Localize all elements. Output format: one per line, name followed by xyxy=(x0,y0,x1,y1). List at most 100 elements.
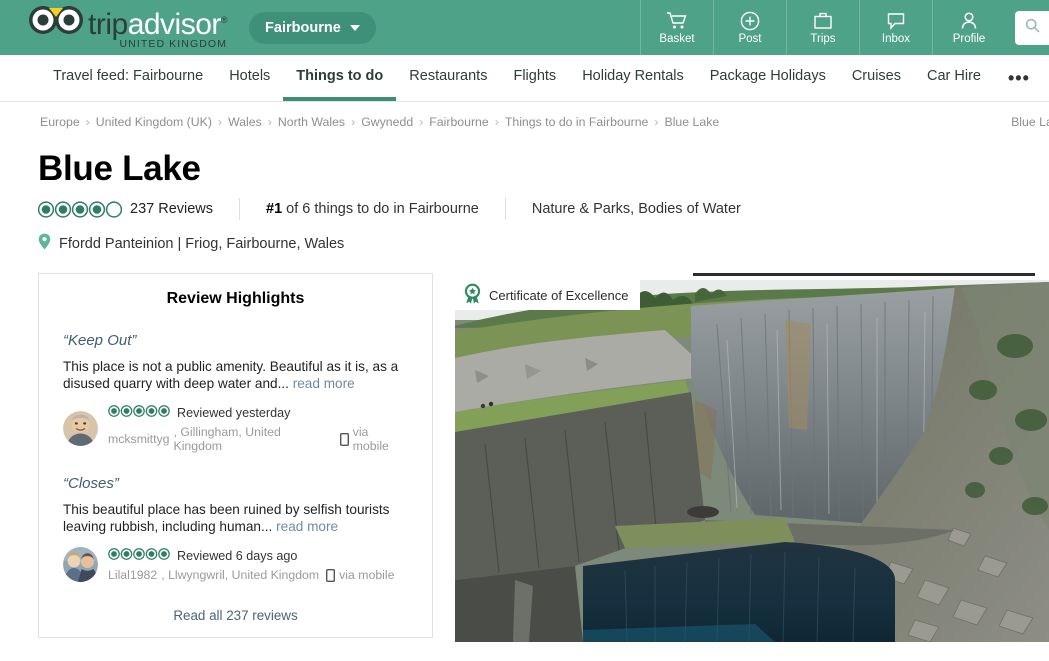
location-selector-button[interactable]: Fairbourne xyxy=(249,11,376,44)
chevron-down-icon xyxy=(349,24,360,31)
breadcrumb-separator: › xyxy=(494,115,499,129)
subnav-item-travel-feed[interactable]: Travel feed: Fairbourne xyxy=(40,55,216,101)
photo-top-rule xyxy=(693,273,1035,276)
ranking-text: #1 of 6 things to do in Fairbourne xyxy=(266,201,479,217)
subnav-item-things-to-do[interactable]: Things to do xyxy=(283,55,397,101)
mobile-phone-icon xyxy=(339,432,349,446)
read-more-link[interactable]: read more xyxy=(276,519,338,534)
location-selector-label: Fairbourne xyxy=(265,19,341,36)
certificate-of-excellence-badge[interactable]: Certificate of Excellence xyxy=(455,280,641,310)
review-rating-row: Reviewed 6 days ago xyxy=(108,547,395,565)
main-content: Review Highlights “Keep Out” This place … xyxy=(0,255,1049,642)
owl-logo-icon xyxy=(28,5,84,35)
review-author-lines: Reviewed 6 days ago Lilal1982 , Llwyngwr… xyxy=(108,547,395,582)
logo-word-trip: trip xyxy=(88,8,128,41)
nav-item-trips[interactable]: Trips xyxy=(786,0,859,55)
breadcrumb-separator: › xyxy=(654,115,659,129)
meta-divider xyxy=(239,198,241,220)
breadcrumb-item-europe[interactable]: Europe xyxy=(40,115,80,129)
nav-label-inbox: Inbox xyxy=(881,33,911,45)
search-input[interactable] xyxy=(1015,10,1049,45)
review-snippet-text: This beautiful place has been ruined by … xyxy=(63,502,390,534)
person-icon xyxy=(959,10,979,31)
breadcrumb-right-label: Blue Lake, Fa xyxy=(1011,115,1049,129)
review-via-mobile: via mobile xyxy=(352,425,389,453)
nav-item-inbox[interactable]: Inbox xyxy=(859,0,932,55)
breadcrumb-item-things-to-do[interactable]: Things to do in Fairbourne xyxy=(505,115,649,129)
nav-item-post[interactable]: Post xyxy=(713,0,786,55)
review-author-location: , Llwyngwril, United Kingdom xyxy=(161,568,320,582)
certificate-badge-label: Certificate of Excellence xyxy=(489,287,629,303)
subnav-item-cruises[interactable]: Cruises xyxy=(839,55,914,101)
breadcrumb-separator: › xyxy=(351,115,356,129)
review-author-meta: Lilal1982 , Llwyngwril, United Kingdom v… xyxy=(108,568,395,582)
subnav-item-car-hire[interactable]: Car Hire xyxy=(914,55,994,101)
subnav-item-flights[interactable]: Flights xyxy=(500,55,569,101)
nav-item-profile[interactable]: Profile xyxy=(932,0,1005,55)
rating-bubbles-small xyxy=(108,404,170,422)
mobile-phone-icon xyxy=(326,568,336,582)
review-highlight-item: “Keep Out” This place is not a public am… xyxy=(63,332,408,453)
subnav-more-icon[interactable]: ••• xyxy=(994,55,1044,101)
map-pin-icon xyxy=(38,233,51,255)
review-date: Reviewed yesterday xyxy=(177,406,291,420)
review-author-name[interactable]: Lilal1982 xyxy=(108,568,157,582)
review-highlight-item: “Closes” This beautiful place has been r… xyxy=(63,475,408,582)
rating-bubbles xyxy=(38,200,122,218)
nav-label-basket: Basket xyxy=(659,33,695,45)
nav-label-trips: Trips xyxy=(810,33,836,45)
read-all-reviews-link[interactable]: Read all 237 reviews xyxy=(39,608,432,623)
review-snippet: This place is not a public amenity. Beau… xyxy=(63,358,408,392)
photo-column: Certificate of Excellence xyxy=(455,273,1049,642)
ranking-suffix: of 6 things to do in Fairbourne xyxy=(282,201,479,217)
breadcrumb-separator: › xyxy=(267,115,272,129)
review-author-row: Reviewed yesterday mcksmittyg , Gillingh… xyxy=(63,404,408,453)
subnav-item-hotels[interactable]: Hotels xyxy=(216,55,283,101)
award-ribbon-icon xyxy=(463,283,482,307)
breadcrumb-item-blue-lake[interactable]: Blue Lake xyxy=(665,115,720,129)
breadcrumb-item-gwynedd[interactable]: Gwynedd xyxy=(361,115,413,129)
review-author-meta: mcksmittyg , Gillingham, United Kingdom … xyxy=(108,425,408,453)
review-quote[interactable]: “Keep Out” xyxy=(63,332,408,349)
address-row: Ffordd Panteinion | Friog, Fairbourne, W… xyxy=(38,233,1009,255)
header-nav: Basket Post Trips Inbox Profile xyxy=(640,0,1049,55)
read-more-link[interactable]: read more xyxy=(293,376,355,391)
search-icon xyxy=(1025,18,1040,38)
speech-bubble-icon xyxy=(886,10,906,31)
place-header: Blue Lake 237 Reviews #1 of 6 things to … xyxy=(0,131,1049,255)
page-title: Blue Lake xyxy=(38,149,201,188)
breadcrumb-separator: › xyxy=(419,115,424,129)
breadcrumb-separator: › xyxy=(85,115,90,129)
place-categories[interactable]: Nature & Parks, Bodies of Water xyxy=(532,201,741,217)
avatar[interactable] xyxy=(63,547,98,582)
breadcrumb-separator: › xyxy=(217,115,223,129)
review-count[interactable]: 237 Reviews xyxy=(130,201,213,217)
ranking-number: #1 xyxy=(266,201,283,217)
breadcrumb-item-north-wales[interactable]: North Wales xyxy=(278,115,345,129)
subnav-item-holiday-rentals[interactable]: Holiday Rentals xyxy=(569,55,697,101)
breadcrumb-item-uk[interactable]: United Kingdom (UK) xyxy=(96,115,212,129)
top-header: tripadvisor® UNITED KINGDOM Fairbourne B… xyxy=(0,0,1049,55)
review-quote[interactable]: “Closes” xyxy=(63,475,408,492)
review-highlights-panel: Review Highlights “Keep Out” This place … xyxy=(38,273,433,638)
place-meta-row: 237 Reviews #1 of 6 things to do in Fair… xyxy=(38,198,1009,220)
review-highlights-title: Review Highlights xyxy=(166,290,305,307)
nav-label-profile: Profile xyxy=(952,33,986,45)
review-author-location: , Gillingham, United Kingdom xyxy=(173,425,281,453)
category-nav: Travel feed: Fairbourne Hotels Things to… xyxy=(0,55,1049,102)
logo-trademark: ® xyxy=(220,15,228,25)
place-photo[interactable]: Certificate of Excellence xyxy=(455,280,1049,642)
avatar[interactable] xyxy=(63,411,98,446)
tripadvisor-logo[interactable]: tripadvisor® UNITED KINGDOM xyxy=(28,5,228,50)
review-author-name[interactable]: mcksmittyg xyxy=(108,432,170,446)
review-author-lines: Reviewed yesterday mcksmittyg , Gillingh… xyxy=(108,404,408,453)
review-snippet: This beautiful place has been ruined by … xyxy=(63,501,408,535)
subnav-item-restaurants[interactable]: Restaurants xyxy=(396,55,500,101)
breadcrumb-item-wales[interactable]: Wales xyxy=(228,115,262,129)
subnav-item-package-holidays[interactable]: Package Holidays xyxy=(697,55,839,101)
nav-item-basket[interactable]: Basket xyxy=(640,0,713,55)
review-author-row: Reviewed 6 days ago Lilal1982 , Llwyngwr… xyxy=(63,547,408,582)
review-via-mobile: via mobile xyxy=(339,568,395,582)
place-address[interactable]: Ffordd Panteinion | Friog, Fairbourne, W… xyxy=(59,236,344,252)
breadcrumb-item-fairbourne[interactable]: Fairbourne xyxy=(429,115,488,129)
